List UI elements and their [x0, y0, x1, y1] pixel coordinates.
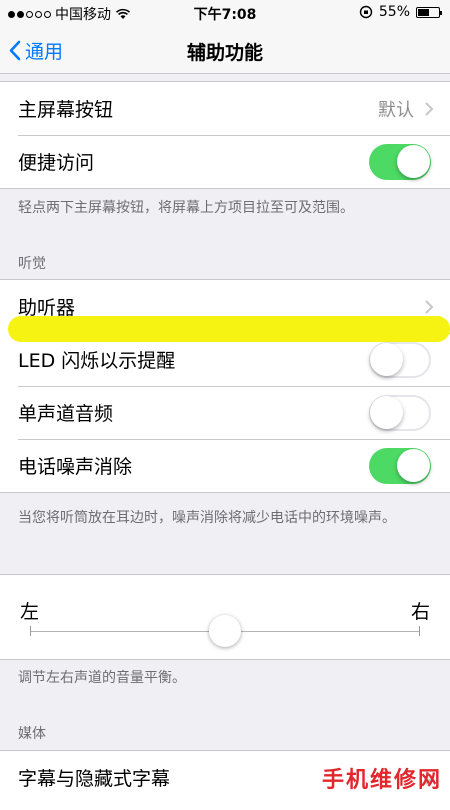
- noise-cancellation-footer: 当您将听筒放在耳边时，噪声消除将减少电话中的环境噪声。: [18, 510, 396, 526]
- status-right: 55%: [359, 4, 442, 20]
- balance-right-label: 右: [410, 601, 430, 623]
- home-settings-group: 主屏幕按钮 默认 便捷访问: [0, 81, 450, 189]
- battery-percent: 55%: [378, 4, 410, 20]
- hearing-group: 助听器 LED 闪烁以示提醒 单声道音频 电话噪声消除: [0, 279, 450, 493]
- balance-left-label: 左: [20, 601, 40, 623]
- rotation-lock-icon: [359, 5, 373, 19]
- led-flash-toggle[interactable]: [369, 341, 431, 378]
- home-button-label: 主屏幕按钮: [18, 99, 114, 121]
- battery-icon: [416, 6, 442, 18]
- slider-tick-left: [30, 626, 31, 636]
- watermark-text: 手机维修网: [321, 768, 442, 793]
- media-section-header: 媒体: [18, 726, 46, 742]
- mono-audio-toggle[interactable]: [369, 394, 431, 431]
- home-button-row[interactable]: 主屏幕按钮 默认: [0, 82, 450, 135]
- noise-cancellation-label: 电话噪声消除: [18, 456, 133, 478]
- chevron-right-icon: [425, 101, 434, 116]
- status-bar: 中国移动 下午7:08 55%: [0, 0, 450, 26]
- noise-cancellation-toggle[interactable]: [369, 447, 431, 484]
- balance-slider-thumb[interactable]: [209, 615, 241, 647]
- hearing-section-header: 听觉: [18, 256, 46, 272]
- navigation-bar: 通用 辅助功能: [0, 26, 450, 74]
- reachability-label: 便捷访问: [18, 152, 95, 174]
- subtitles-label: 字幕与隐藏式字幕: [18, 768, 171, 790]
- reachability-toggle[interactable]: [369, 143, 431, 180]
- reachability-row: 便捷访问: [0, 135, 450, 188]
- chevron-right-icon: [425, 299, 434, 314]
- noise-cancellation-row: 电话噪声消除: [0, 439, 450, 492]
- yellow-highlight-mark: [8, 316, 450, 342]
- page-title: 辅助功能: [186, 42, 263, 64]
- mono-audio-label: 单声道音频: [18, 403, 114, 425]
- slider-tick-right: [419, 626, 420, 636]
- mono-audio-row: 单声道音频: [0, 386, 450, 439]
- home-button-value: 默认: [378, 99, 414, 121]
- led-flash-label: LED 闪烁以示提醒: [18, 350, 176, 372]
- reachability-footer: 轻点两下主屏幕按钮，将屏幕上方项目拉至可及范围。: [18, 200, 354, 216]
- balance-footer: 调节左右声道的音量平衡。: [18, 670, 186, 686]
- balance-group: 左 右: [0, 574, 450, 660]
